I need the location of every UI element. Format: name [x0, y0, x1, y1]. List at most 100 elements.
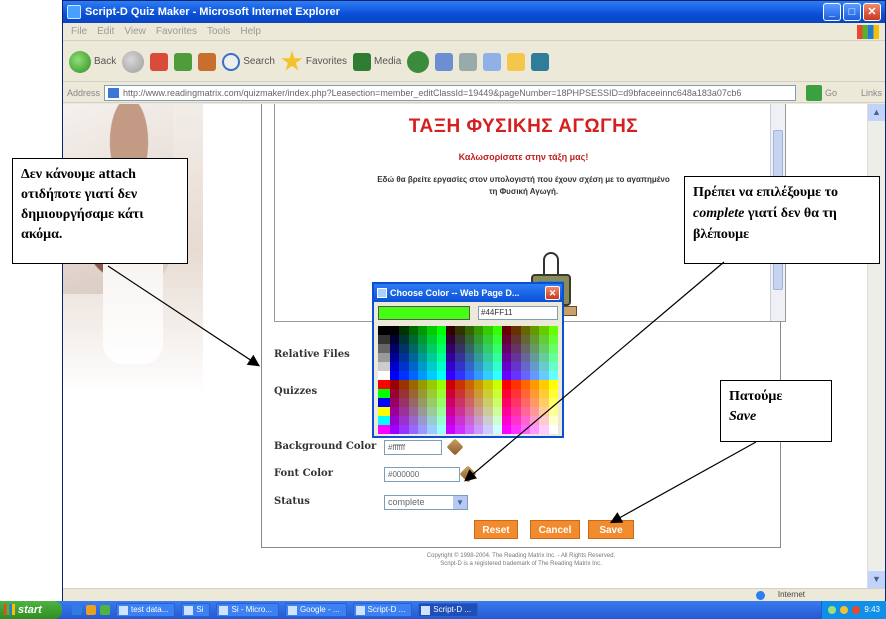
color-cell[interactable] — [511, 371, 521, 380]
color-cell[interactable] — [417, 389, 428, 398]
color-cell[interactable] — [427, 407, 437, 416]
color-cell[interactable] — [436, 425, 446, 434]
color-cell[interactable] — [464, 380, 474, 389]
color-picker-icon[interactable] — [446, 438, 464, 456]
color-cell[interactable] — [529, 344, 540, 353]
color-cell[interactable] — [455, 362, 465, 371]
color-cell[interactable] — [501, 326, 512, 335]
color-cell[interactable] — [464, 398, 474, 407]
color-cell[interactable] — [539, 425, 549, 434]
color-cell[interactable] — [390, 353, 400, 362]
color-cell[interactable] — [427, 380, 437, 389]
color-cell[interactable] — [529, 335, 540, 344]
chevron-down-icon[interactable]: ▼ — [453, 496, 467, 509]
color-cell[interactable] — [529, 380, 540, 389]
grey-column[interactable] — [378, 326, 390, 434]
color-cell[interactable] — [501, 335, 512, 344]
color-cell[interactable] — [529, 398, 540, 407]
grey-cell[interactable] — [378, 362, 390, 371]
color-cell[interactable] — [539, 344, 549, 353]
links-label[interactable]: Links — [861, 88, 882, 98]
color-cell[interactable] — [483, 380, 493, 389]
color-cell[interactable] — [417, 416, 428, 425]
color-cell[interactable] — [464, 326, 474, 335]
color-cell[interactable] — [501, 416, 512, 425]
color-cell[interactable] — [548, 362, 558, 371]
color-cell[interactable] — [539, 380, 549, 389]
color-cell[interactable] — [483, 353, 493, 362]
color-cell[interactable] — [483, 416, 493, 425]
color-cell[interactable] — [529, 425, 540, 434]
search-button[interactable]: Search — [222, 52, 275, 71]
color-cell[interactable] — [390, 398, 400, 407]
color-cell[interactable] — [511, 389, 521, 398]
color-palette[interactable] — [378, 326, 558, 434]
color-cell[interactable] — [399, 398, 409, 407]
color-cell[interactable] — [390, 344, 400, 353]
color-cell[interactable] — [408, 344, 418, 353]
color-cell[interactable] — [483, 389, 493, 398]
color-cell[interactable] — [473, 353, 484, 362]
color-cell[interactable] — [473, 380, 484, 389]
grey-cell[interactable] — [378, 326, 390, 335]
color-cell[interactable] — [501, 362, 512, 371]
color-cell[interactable] — [548, 335, 558, 344]
color-cell[interactable] — [445, 380, 456, 389]
color-cell[interactable] — [399, 407, 409, 416]
color-cell[interactable] — [473, 371, 484, 380]
color-cell[interactable] — [427, 326, 437, 335]
color-cell[interactable] — [436, 407, 446, 416]
reset-button[interactable]: Reset — [474, 520, 518, 539]
grey-cell[interactable] — [378, 335, 390, 344]
color-cell[interactable] — [539, 326, 549, 335]
maximize-button[interactable]: □ — [843, 3, 861, 21]
color-cell[interactable] — [408, 380, 418, 389]
color-cell[interactable] — [427, 353, 437, 362]
color-cell[interactable] — [408, 362, 418, 371]
color-cell[interactable] — [399, 371, 409, 380]
refresh-icon[interactable] — [174, 52, 193, 71]
color-cell[interactable] — [408, 353, 418, 362]
color-cell[interactable] — [445, 362, 456, 371]
color-cell[interactable] — [427, 389, 437, 398]
dialog-close-button[interactable]: ✕ — [545, 286, 560, 300]
color-cell[interactable] — [548, 326, 558, 335]
color-cell[interactable] — [501, 371, 512, 380]
color-cell[interactable] — [473, 344, 484, 353]
color-cell[interactable] — [501, 407, 512, 416]
color-cell[interactable] — [427, 425, 437, 434]
color-hex-input[interactable]: #44FF11 — [478, 306, 558, 320]
color-cell[interactable] — [455, 416, 465, 425]
tray-icon[interactable] — [840, 606, 849, 614]
color-cell[interactable] — [427, 335, 437, 344]
color-cell[interactable] — [520, 371, 530, 380]
color-cell[interactable] — [445, 407, 456, 416]
folder-icon[interactable] — [507, 52, 526, 71]
color-cell[interactable] — [445, 344, 456, 353]
color-cell[interactable] — [445, 389, 456, 398]
menu-view[interactable]: View — [124, 26, 146, 37]
menu-help[interactable]: Help — [240, 26, 261, 37]
minimize-button[interactable]: _ — [823, 3, 841, 21]
color-cell[interactable] — [390, 407, 400, 416]
font-color-picker-icon[interactable] — [459, 465, 477, 483]
color-cell[interactable] — [436, 362, 446, 371]
font-color-input[interactable]: #000000 — [384, 467, 460, 482]
color-cell[interactable] — [511, 326, 521, 335]
task-item[interactable]: test data... — [116, 603, 176, 617]
color-cell[interactable] — [455, 407, 465, 416]
color-cell[interactable] — [492, 389, 502, 398]
color-cell[interactable] — [539, 398, 549, 407]
color-cell[interactable] — [436, 380, 446, 389]
color-cell[interactable] — [455, 344, 465, 353]
color-cell[interactable] — [529, 353, 540, 362]
color-cell[interactable] — [464, 371, 474, 380]
start-button[interactable]: start — [0, 601, 62, 619]
color-cell[interactable] — [483, 344, 493, 353]
color-cell[interactable] — [520, 425, 530, 434]
color-cell[interactable] — [483, 335, 493, 344]
color-cell[interactable] — [529, 389, 540, 398]
color-cell[interactable] — [492, 398, 502, 407]
mail-icon[interactable] — [435, 52, 454, 71]
menu-edit[interactable]: Edit — [97, 26, 114, 37]
